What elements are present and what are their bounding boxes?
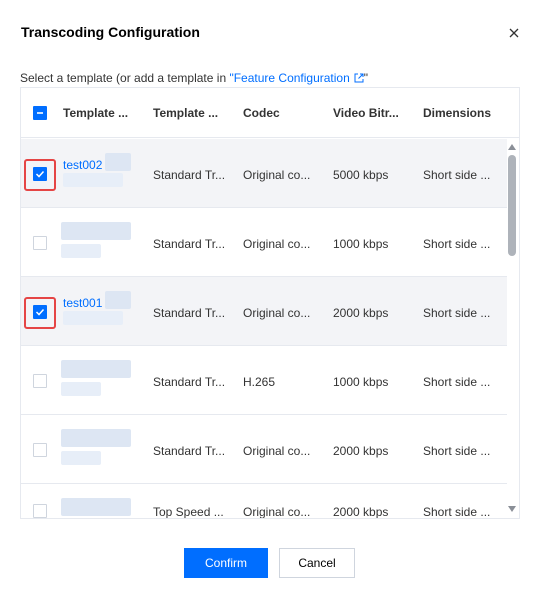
table-row[interactable]: test002 Standard Tr... Original co... 50… <box>21 139 507 208</box>
video-bitrate: 1000 kbps <box>333 237 389 251</box>
check-icon <box>35 170 45 178</box>
scroll-up-arrow-icon[interactable] <box>507 142 517 152</box>
table-scrollbar[interactable] <box>506 138 518 518</box>
table-row[interactable]: Standard Tr... Original co... 2000 kbps … <box>21 415 507 484</box>
redacted-text <box>61 382 101 396</box>
column-header-codec[interactable]: Codec <box>243 106 280 120</box>
redacted-text <box>105 153 131 171</box>
row-checkbox[interactable] <box>33 236 47 250</box>
column-header-dimensions[interactable]: Dimensions <box>423 106 491 120</box>
column-header-template-type[interactable]: Template ... <box>153 106 218 120</box>
redacted-text <box>61 222 131 240</box>
dimensions: Short side ... <box>423 375 491 389</box>
codec: Original co... <box>243 237 311 251</box>
scroll-thumb[interactable] <box>508 155 516 256</box>
external-link-icon <box>354 72 364 86</box>
feature-configuration-link-label: "Feature Configuration <box>229 71 350 85</box>
check-icon <box>35 308 45 316</box>
codec: Original co... <box>243 444 311 458</box>
codec: Original co... <box>243 505 311 519</box>
close-button[interactable] <box>505 24 523 42</box>
template-type: Top Speed ... <box>153 505 224 519</box>
close-icon <box>509 28 519 38</box>
indeterminate-icon <box>37 112 43 114</box>
table-row[interactable]: Top Speed ... Original co... 2000 kbps S… <box>21 484 507 519</box>
video-bitrate: 2000 kbps <box>333 505 389 519</box>
codec: H.265 <box>243 375 276 389</box>
row-checkbox[interactable] <box>33 443 47 457</box>
redacted-text <box>105 291 131 309</box>
template-table: Template ... Template ... Codec Video Bi… <box>20 87 520 519</box>
codec: Original co... <box>243 306 311 320</box>
scroll-down-arrow-icon[interactable] <box>507 504 517 514</box>
prompt-text: Select a template (or add a template in <box>20 71 230 85</box>
prompt-suffix: " <box>363 71 369 85</box>
template-type: Standard Tr... <box>153 168 226 182</box>
dimensions: Short side ... <box>423 306 491 320</box>
redacted-text <box>61 244 101 258</box>
redacted-text <box>61 360 131 378</box>
confirm-button[interactable]: Confirm <box>184 548 268 578</box>
redacted-text <box>61 498 131 516</box>
video-bitrate: 2000 kbps <box>333 444 389 458</box>
template-type: Standard Tr... <box>153 306 226 320</box>
table-row[interactable]: Standard Tr... Original co... 1000 kbps … <box>21 208 507 277</box>
select-all-checkbox[interactable] <box>33 106 47 120</box>
column-header-video-bitrate[interactable]: Video Bitr... <box>333 106 399 120</box>
table-header: Template ... Template ... Codec Video Bi… <box>21 88 519 138</box>
video-bitrate: 2000 kbps <box>333 306 389 320</box>
table-body: test002 Standard Tr... Original co... 50… <box>21 139 507 519</box>
table-row[interactable]: Standard Tr... H.265 1000 kbps Short sid… <box>21 346 507 415</box>
redacted-text <box>63 173 123 187</box>
redacted-text <box>61 429 131 447</box>
template-name-link[interactable]: test001 <box>63 296 102 310</box>
dialog-title: Transcoding Configuration <box>21 24 200 40</box>
template-type: Standard Tr... <box>153 237 226 251</box>
dimensions: Short side ... <box>423 237 491 251</box>
cancel-button[interactable]: Cancel <box>279 548 355 578</box>
row-checkbox[interactable] <box>33 167 47 181</box>
template-name-link[interactable]: test002 <box>63 158 102 172</box>
dimensions: Short side ... <box>423 168 491 182</box>
template-prompt: Select a template (or add a template in … <box>20 71 368 86</box>
video-bitrate: 1000 kbps <box>333 375 389 389</box>
table-row[interactable]: test001 Standard Tr... Original co... 20… <box>21 277 507 346</box>
row-checkbox[interactable] <box>33 374 47 388</box>
feature-configuration-link[interactable]: "Feature Configuration <box>229 71 364 86</box>
redacted-text <box>61 451 101 465</box>
template-type: Standard Tr... <box>153 375 226 389</box>
redacted-text <box>63 311 123 325</box>
template-type: Standard Tr... <box>153 444 226 458</box>
column-header-template-name[interactable]: Template ... <box>63 106 128 120</box>
dimensions: Short side ... <box>423 444 491 458</box>
row-checkbox[interactable] <box>33 305 47 319</box>
row-checkbox[interactable] <box>33 504 47 518</box>
dimensions: Short side ... <box>423 505 491 519</box>
video-bitrate: 5000 kbps <box>333 168 389 182</box>
codec: Original co... <box>243 168 311 182</box>
